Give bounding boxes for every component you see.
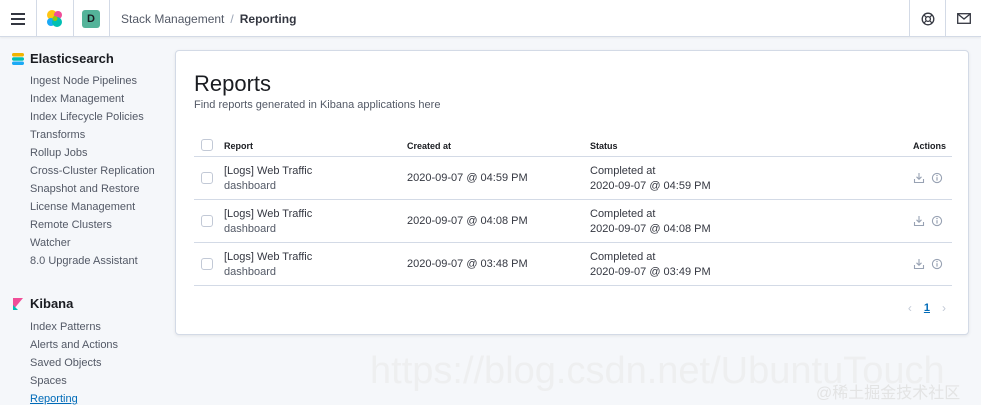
table-row: [Logs] Web Traffic dashboard 2020-09-07 …	[194, 157, 952, 200]
section-title: Elasticsearch	[30, 51, 114, 66]
kibana-nav: Index Patterns Alerts and Actions Saved …	[30, 318, 170, 405]
section-kibana: Kibana	[12, 296, 73, 311]
reports-panel: Reports Find reports generated in Kibana…	[175, 50, 969, 335]
created-at: 2020-09-07 @ 04:59 PM	[407, 172, 528, 184]
space-selector-button[interactable]: D	[73, 0, 109, 37]
menu-icon	[11, 12, 25, 25]
report-title: [Logs] Web Traffic	[224, 251, 313, 263]
column-header-report[interactable]: Report	[224, 141, 253, 151]
select-all-checkbox[interactable]	[201, 139, 213, 151]
column-header-actions: Actions	[912, 141, 946, 151]
sidebar-item-alerts-and-actions[interactable]: Alerts and Actions	[30, 336, 170, 354]
status-label: Completed at	[590, 165, 656, 177]
download-icon[interactable]	[913, 258, 925, 270]
side-nav: Elasticsearch Ingest Node Pipelines Inde…	[0, 37, 175, 405]
breadcrumb-separator: /	[230, 11, 234, 26]
table-header: Report Created at Status Actions	[194, 135, 952, 157]
sidebar-item-watcher[interactable]: Watcher	[30, 234, 170, 252]
status-label: Completed at	[590, 251, 656, 263]
page-title: Reports	[194, 71, 272, 96]
divider	[109, 0, 110, 37]
help-button[interactable]	[910, 0, 945, 37]
report-title: [Logs] Web Traffic	[224, 208, 313, 220]
breadcrumb: Stack Management / Reporting	[121, 0, 296, 37]
sidebar-item-index-lifecycle-policies[interactable]: Index Lifecycle Policies	[30, 108, 170, 126]
sidebar-item-upgrade-assistant[interactable]: 8.0 Upgrade Assistant	[30, 252, 170, 270]
report-title: [Logs] Web Traffic	[224, 165, 313, 177]
newsfeed-button[interactable]	[946, 0, 981, 37]
created-at: 2020-09-07 @ 03:48 PM	[407, 258, 528, 270]
info-icon[interactable]	[931, 172, 943, 184]
top-header: D Stack Management / Reporting	[0, 0, 981, 37]
status-time: 2020-09-07 @ 04:08 PM	[590, 223, 711, 235]
sidebar-item-rollup-jobs[interactable]: Rollup Jobs	[30, 144, 170, 162]
page-button-1[interactable]: 1	[924, 302, 930, 314]
column-header-status[interactable]: Status	[590, 141, 618, 151]
breadcrumb-reporting: Reporting	[239, 11, 297, 26]
table-row: [Logs] Web Traffic dashboard 2020-09-07 …	[194, 243, 952, 286]
sidebar-item-reporting[interactable]: Reporting	[30, 390, 170, 405]
page-description: Find reports generated in Kibana applica…	[194, 99, 441, 111]
sidebar-item-index-patterns[interactable]: Index Patterns	[30, 318, 170, 336]
sidebar-item-saved-objects[interactable]: Saved Objects	[30, 354, 170, 372]
sidebar-item-spaces[interactable]: Spaces	[30, 372, 170, 390]
space-avatar: D	[82, 9, 100, 28]
status-time: 2020-09-07 @ 03:49 PM	[590, 266, 711, 278]
row-checkbox[interactable]	[201, 258, 213, 270]
status-time: 2020-09-07 @ 04:59 PM	[590, 180, 711, 192]
section-elasticsearch: Elasticsearch	[12, 51, 114, 66]
sidebar-item-remote-clusters[interactable]: Remote Clusters	[30, 216, 170, 234]
sidebar-item-license-management[interactable]: License Management	[30, 198, 170, 216]
mail-icon	[956, 13, 971, 24]
section-title: Kibana	[30, 296, 74, 311]
report-type: dashboard	[224, 266, 276, 278]
help-icon	[921, 12, 934, 25]
chevron-right-icon[interactable]: ›	[942, 301, 946, 315]
sidebar-item-ingest-node-pipelines[interactable]: Ingest Node Pipelines	[30, 72, 170, 90]
info-icon[interactable]	[931, 215, 943, 227]
sidebar-item-index-management[interactable]: Index Management	[30, 90, 170, 108]
kibana-logo-icon	[13, 297, 23, 310]
elasticsearch-logo-icon	[12, 52, 24, 65]
elastic-logo-icon	[47, 9, 62, 27]
menu-button[interactable]	[0, 0, 36, 37]
reports-table: Report Created at Status Actions [Logs] …	[194, 135, 952, 286]
status-label: Completed at	[590, 208, 656, 220]
breadcrumb-stack-management[interactable]: Stack Management	[121, 12, 224, 26]
sidebar-item-snapshot-and-restore[interactable]: Snapshot and Restore	[30, 180, 170, 198]
created-at: 2020-09-07 @ 04:08 PM	[407, 215, 528, 227]
info-icon[interactable]	[931, 258, 943, 270]
download-icon[interactable]	[913, 215, 925, 227]
report-type: dashboard	[224, 180, 276, 192]
watermark-label: @稀土掘金技术社区	[816, 385, 961, 402]
column-header-created-at[interactable]: Created at	[407, 141, 451, 151]
row-checkbox[interactable]	[201, 172, 213, 184]
chevron-left-icon[interactable]: ‹	[908, 301, 912, 315]
table-row: [Logs] Web Traffic dashboard 2020-09-07 …	[194, 200, 952, 243]
row-checkbox[interactable]	[201, 215, 213, 227]
sidebar-item-transforms[interactable]: Transforms	[30, 126, 170, 144]
report-type: dashboard	[224, 223, 276, 235]
pagination: ‹ 1 ›	[908, 301, 946, 315]
download-icon[interactable]	[913, 172, 925, 184]
sidebar-item-cross-cluster-replication[interactable]: Cross-Cluster Replication	[30, 162, 170, 180]
elasticsearch-nav: Ingest Node Pipelines Index Management I…	[30, 72, 170, 270]
home-logo-button[interactable]	[37, 0, 73, 37]
